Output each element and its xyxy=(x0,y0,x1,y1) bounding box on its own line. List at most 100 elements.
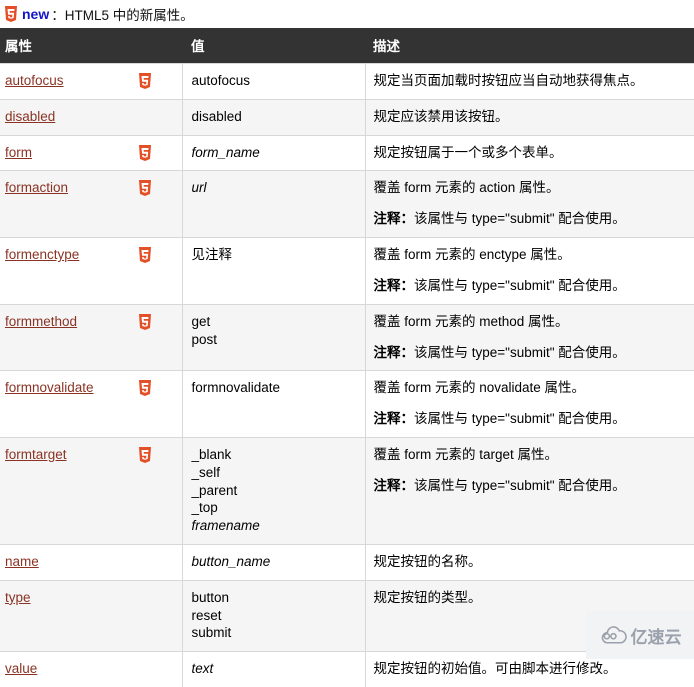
attribute-cell: disabled xyxy=(0,99,182,135)
value-line: text xyxy=(192,660,357,678)
badge-slot-empty xyxy=(138,661,152,677)
value-cell: url xyxy=(182,171,365,238)
table-row: type buttonresetsubmit 规定按钮的类型。 xyxy=(0,580,694,651)
attribute-cell-inner: formaction xyxy=(5,179,178,197)
value-line: formnovalidate xyxy=(192,379,357,397)
description-cell: 规定按钮属于一个或多个表单。 xyxy=(365,135,694,171)
html5-badge-icon xyxy=(138,380,152,396)
description-text: 规定按钮的类型。 xyxy=(374,589,687,607)
description-text: 覆盖 form 元素的 action 属性。 xyxy=(374,179,687,197)
table-header: 属性 值 描述 xyxy=(0,28,694,64)
table-row: formactionurl覆盖 form 元素的 action 属性。注释：该属… xyxy=(0,171,694,238)
attribute-link-form[interactable]: form xyxy=(5,144,32,162)
badge-slot-empty xyxy=(138,590,152,606)
attribute-cell-inner: formmethod xyxy=(5,313,178,331)
value-cell: button_name xyxy=(182,545,365,581)
column-header-description: 描述 xyxy=(365,28,694,64)
note-label: 注释： xyxy=(374,411,415,426)
description-cell: 覆盖 form 元素的 target 属性。注释：该属性与 type="subm… xyxy=(365,437,694,544)
attribute-link-value[interactable]: value xyxy=(5,660,37,678)
table-row: value text 规定按钮的初始值。可由脚本进行修改。 xyxy=(0,652,694,687)
value-line: submit xyxy=(192,624,357,642)
note-label: 注释： xyxy=(374,278,415,293)
value-cell: autofocus xyxy=(182,64,365,100)
attribute-cell-inner: name xyxy=(5,553,178,571)
table-row: name button_name 规定按钮的名称。 xyxy=(0,545,694,581)
note-label: 注释： xyxy=(374,211,415,226)
html5-badge-icon xyxy=(138,314,152,330)
attribute-link-formaction[interactable]: formaction xyxy=(5,179,68,197)
attribute-cell: formaction xyxy=(0,171,182,238)
attribute-cell-inner: formnovalidate xyxy=(5,379,178,397)
description-cell: 覆盖 form 元素的 method 属性。注释：该属性与 type="subm… xyxy=(365,304,694,371)
value-cell: text xyxy=(182,652,365,687)
value-line: _parent xyxy=(192,482,357,500)
value-line: button xyxy=(192,589,357,607)
new-attribute-legend: new ： HTML5 中的新属性。 xyxy=(0,0,694,28)
attribute-cell-inner: formtarget xyxy=(5,446,178,464)
table-row: formmethodgetpost覆盖 form 元素的 method 属性。注… xyxy=(0,304,694,371)
note-text: 该属性与 type="submit" 配合使用。 xyxy=(414,345,626,360)
attribute-link-formtarget[interactable]: formtarget xyxy=(5,446,67,464)
note-text: 该属性与 type="submit" 配合使用。 xyxy=(414,411,626,426)
description-cell: 覆盖 form 元素的 enctype 属性。注释：该属性与 type="sub… xyxy=(365,238,694,305)
description-note: 注释：该属性与 type="submit" 配合使用。 xyxy=(374,477,687,495)
table-row: formenctype 见注释覆盖 form 元素的 enctype 属性。注释：… xyxy=(0,238,694,305)
description-text: 覆盖 form 元素的 novalidate 属性。 xyxy=(374,379,687,397)
description-note: 注释：该属性与 type="submit" 配合使用。 xyxy=(374,344,687,362)
value-line: _self xyxy=(192,464,357,482)
description-cell: 规定当页面加载时按钮应当自动地获得焦点。 xyxy=(365,64,694,100)
attribute-cell-inner: type xyxy=(5,589,178,607)
value-line: disabled xyxy=(192,108,357,126)
description-text: 规定按钮的名称。 xyxy=(374,553,687,571)
attribute-link-formmethod[interactable]: formmethod xyxy=(5,313,77,331)
value-cell: disabled xyxy=(182,99,365,135)
description-note: 注释：该属性与 type="submit" 配合使用。 xyxy=(374,210,687,228)
value-line: reset xyxy=(192,607,357,625)
legend-text: HTML5 中的新属性。 xyxy=(65,4,194,24)
value-line: autofocus xyxy=(192,72,357,90)
note-label: 注释： xyxy=(374,478,415,493)
attribute-cell: formmethod xyxy=(0,304,182,371)
description-text: 规定按钮的初始值。可由脚本进行修改。 xyxy=(374,660,687,678)
attribute-link-autofocus[interactable]: autofocus xyxy=(5,72,64,90)
table-row: disabled disabled 规定应该禁用该按钮。 xyxy=(0,99,694,135)
attribute-link-disabled[interactable]: disabled xyxy=(5,108,55,126)
legend-separator: ： xyxy=(51,4,65,24)
description-cell: 覆盖 form 元素的 action 属性。注释：该属性与 type="subm… xyxy=(365,171,694,238)
description-text: 覆盖 form 元素的 method 属性。 xyxy=(374,313,687,331)
attribute-link-formnovalidate[interactable]: formnovalidate xyxy=(5,379,94,397)
html5-badge-icon xyxy=(138,447,152,463)
attribute-cell-inner: value xyxy=(5,660,178,678)
html5-badge-icon xyxy=(138,247,152,263)
value-line: 见注释 xyxy=(192,246,357,264)
attribute-cell: name xyxy=(0,545,182,581)
description-text: 覆盖 form 元素的 enctype 属性。 xyxy=(374,246,687,264)
new-label: new xyxy=(22,6,49,22)
value-line-italic: framename xyxy=(192,517,357,535)
attribute-cell-inner: form xyxy=(5,144,178,162)
table-row: autofocus autofocus 规定当页面加载时按钮应当自动地获得焦点。 xyxy=(0,64,694,100)
attribute-cell: formenctype xyxy=(0,238,182,305)
description-cell: 覆盖 form 元素的 novalidate 属性。注释：该属性与 type="… xyxy=(365,371,694,438)
column-header-attribute: 属性 xyxy=(0,28,182,64)
value-cell: formnovalidate xyxy=(182,371,365,438)
value-cell: 见注释 xyxy=(182,238,365,305)
description-cell: 规定按钮的名称。 xyxy=(365,545,694,581)
attribute-link-name[interactable]: name xyxy=(5,553,39,571)
note-text: 该属性与 type="submit" 配合使用。 xyxy=(414,211,626,226)
description-text: 规定按钮属于一个或多个表单。 xyxy=(374,144,687,162)
value-cell: getpost xyxy=(182,304,365,371)
attribute-cell-inner: formenctype xyxy=(5,246,178,264)
attribute-link-formenctype[interactable]: formenctype xyxy=(5,246,79,264)
value-cell: _blank_self_parent_topframename xyxy=(182,437,365,544)
html5-badge-icon xyxy=(138,180,152,196)
value-cell: buttonresetsubmit xyxy=(182,580,365,651)
badge-slot-empty xyxy=(138,109,152,125)
html5-badge-icon xyxy=(4,6,18,22)
description-cell: 规定应该禁用该按钮。 xyxy=(365,99,694,135)
value-line: get xyxy=(192,313,357,331)
attribute-cell: type xyxy=(0,580,182,651)
attribute-link-type[interactable]: type xyxy=(5,589,31,607)
value-line: _blank xyxy=(192,446,357,464)
